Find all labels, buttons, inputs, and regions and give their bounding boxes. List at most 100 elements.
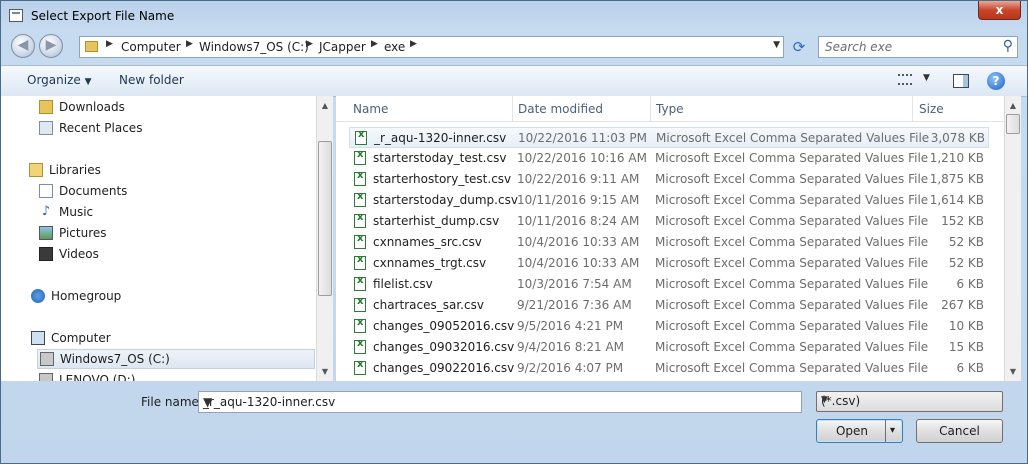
file-type: Microsoft Excel Comma Separated Values F… [655, 256, 929, 270]
scrollbar-thumb[interactable] [318, 141, 332, 296]
file-name: starterstoday_test.csv [373, 151, 507, 165]
chevron-down-icon[interactable]: ▼ [923, 73, 930, 83]
file-size: 6 KB [956, 361, 984, 375]
search-input[interactable]: Search exe ⚲ [818, 36, 1018, 58]
navigation-bar: ◀ ▶ ▶ Computer ▶ Windows7_OS (C:) ▶ JCap… [1, 31, 1027, 63]
file-size: 15 KB [948, 340, 984, 354]
breadcrumb-chevron-icon[interactable]: ▶ [106, 39, 113, 49]
file-type: Microsoft Excel Comma Separated Values F… [655, 172, 929, 186]
nav-item-label: Pictures [59, 226, 107, 240]
file-date: 10/22/2016 10:16 AM [517, 151, 647, 165]
scrollbar-thumb[interactable] [1006, 114, 1020, 134]
address-bar[interactable]: ▶ Computer ▶ Windows7_OS (C:) ▶ JCapper … [79, 36, 784, 58]
file-type: Microsoft Excel Comma Separated Values F… [655, 214, 929, 228]
close-button[interactable]: x [978, 1, 1021, 20]
help-icon[interactable]: ? [987, 72, 1005, 90]
open-split-dropdown[interactable] [885, 420, 902, 442]
scroll-down-icon[interactable]: ▼ [317, 367, 333, 376]
breadcrumb-chevron-icon[interactable]: ▶ [371, 39, 378, 49]
chevron-down-icon[interactable]: ▼ [203, 395, 797, 409]
nav-item-label: Music [59, 205, 94, 219]
back-arrow-icon: ◀ [17, 37, 29, 53]
title-bar: Select Export File Name x [1, 1, 1027, 31]
file-list-scrollbar[interactable]: ▲ ▼ [1004, 96, 1021, 381]
recent-places-icon [39, 121, 53, 135]
excel-file-icon [354, 191, 366, 207]
file-name: _r_aqu-1320-inner.csv [374, 131, 507, 145]
organize-label: Organize [27, 73, 81, 87]
file-size: 52 KB [948, 256, 984, 270]
file-type: Microsoft Excel Comma Separated Values F… [655, 193, 929, 207]
documents-icon [39, 184, 53, 198]
breadcrumb-drive[interactable]: Windows7_OS (C:) [199, 40, 309, 54]
file-date: 9/2/2016 4:07 PM [517, 361, 624, 375]
file-row[interactable]: starterstoday_test.csv 10/22/2016 10:16 … [349, 148, 989, 169]
excel-file-icon [354, 317, 366, 333]
scroll-up-icon[interactable]: ▲ [1005, 101, 1021, 110]
file-name: cxnnames_src.csv [373, 235, 482, 249]
preview-pane-icon[interactable] [953, 74, 969, 88]
file-row[interactable]: chartraces_sar.csv 9/21/2016 7:36 AM Mic… [349, 295, 989, 316]
scroll-down-icon[interactable]: ▼ [1005, 367, 1021, 376]
file-date: 9/21/2016 7:36 AM [517, 298, 632, 312]
file-row[interactable]: cxnnames_trgt.csv 10/4/2016 10:33 AM Mic… [349, 253, 989, 274]
cancel-button[interactable]: Cancel [916, 419, 1003, 443]
file-name-input[interactable]: _r_aqu-1320-inner.csv ▼ [198, 391, 802, 413]
breadcrumb-chevron-icon[interactable]: ▶ [186, 39, 193, 49]
new-folder-button[interactable]: New folder [119, 73, 184, 87]
chevron-down-icon: ▼ [84, 77, 92, 87]
search-icon[interactable]: ⚲ [1003, 38, 1013, 54]
refresh-button[interactable]: ⟳ [788, 36, 810, 58]
file-name: starterstoday_dump.csv [373, 193, 518, 207]
file-name: filelist.csv [373, 277, 433, 291]
view-options-icon[interactable] [898, 74, 912, 85]
file-name: changes_09032016.csv [373, 340, 515, 354]
file-size: 52 KB [948, 235, 984, 249]
excel-file-icon [354, 149, 366, 165]
command-bar: Organize ▼ New folder ▼ ? [1, 65, 1027, 97]
breadcrumb-exe[interactable]: exe [384, 40, 405, 54]
scroll-up-icon[interactable]: ▲ [317, 101, 333, 110]
downloads-folder-icon [39, 100, 53, 114]
file-size: 3,078 KB [930, 131, 985, 145]
excel-file-icon [355, 129, 367, 145]
column-header-type[interactable]: Type [656, 102, 684, 116]
column-header-date-modified[interactable]: Date modified [518, 102, 603, 116]
chevron-down-icon[interactable]: ▼ [773, 40, 780, 50]
nav-item-label: Documents [59, 184, 128, 198]
file-row[interactable]: starterstoday_dump.csv 10/11/2016 9:15 A… [349, 190, 989, 211]
libraries-icon [29, 163, 43, 177]
file-date: 10/4/2016 10:33 AM [517, 256, 640, 270]
excel-file-icon [354, 212, 366, 228]
file-type-select[interactable]: (*.csv) ▼ [816, 391, 1003, 412]
navigation-scrollbar[interactable]: ▲ ▼ [316, 96, 333, 381]
file-row[interactable]: changes_09032016.csv 9/4/2016 8:21 AM Mi… [349, 337, 989, 358]
excel-file-icon [354, 170, 366, 186]
nav-item-label: Libraries [49, 163, 101, 177]
file-list: Name Date modified Type Size _r_aqu-1320… [336, 96, 1009, 381]
file-row[interactable]: _r_aqu-1320-inner.csv 10/22/2016 11:03 P… [349, 127, 989, 148]
file-size: 6 KB [956, 277, 984, 291]
back-button[interactable]: ◀ [11, 34, 35, 58]
open-button[interactable]: Open [816, 419, 903, 443]
column-header-size[interactable]: Size [919, 102, 944, 116]
file-size: 152 KB [941, 214, 984, 228]
file-row[interactable]: changes_09052016.csv 9/5/2016 4:21 PM Mi… [349, 316, 989, 337]
file-row[interactable]: starterhostory_test.csv 10/22/2016 9:11 … [349, 169, 989, 190]
breadcrumb-computer[interactable]: Computer [121, 40, 181, 54]
file-row[interactable]: starterhist_dump.csv 10/11/2016 8:24 AM … [349, 211, 989, 232]
breadcrumb-chevron-icon[interactable]: ▶ [306, 39, 313, 49]
forward-button[interactable]: ▶ [39, 34, 63, 58]
file-row[interactable]: changes_09022016.csv 9/2/2016 4:07 PM Mi… [349, 358, 989, 379]
column-header-name[interactable]: Name [353, 102, 388, 116]
nav-item-windows7-os[interactable]: Windows7_OS (C:) [37, 349, 315, 369]
excel-file-icon [354, 359, 366, 375]
organize-button[interactable]: Organize ▼ [27, 73, 92, 87]
drive-icon [40, 352, 54, 366]
file-row[interactable]: filelist.csv 10/3/2016 7:54 AM Microsoft… [349, 274, 989, 295]
file-size: 1,210 KB [929, 151, 984, 165]
breadcrumb-jcapper[interactable]: JCapper [319, 40, 366, 54]
breadcrumb-chevron-icon[interactable]: ▶ [410, 39, 417, 49]
file-row[interactable]: cxnnames_src.csv 10/4/2016 10:33 AM Micr… [349, 232, 989, 253]
music-icon: ♪ [41, 204, 51, 219]
